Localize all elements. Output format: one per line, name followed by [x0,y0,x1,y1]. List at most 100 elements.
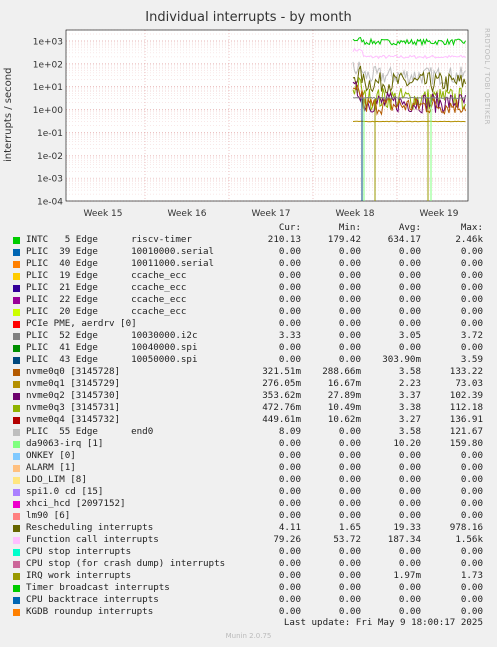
legend-value-cur: 3.33 [278,330,301,341]
legend-swatch [13,537,20,544]
legend-row: Function call interrupts 79.26 53.72 187.34… [0,534,497,546]
legend-value-cur: 0.00 [278,318,301,329]
legend-row: Rescheduling interrupts 4.11 1.65 19.33 978.… [0,522,497,534]
legend-row: da9063-irq [1] 0.00 0.00 10.20 159.80 [0,438,497,450]
legend-row: PLIC 43 Edge 10050000.spi 0.00 0.00 303.90m… [0,354,497,366]
legend-value-min: 27.89m [327,390,361,401]
legend-swatch [13,525,20,532]
legend-value-min: 0.00 [338,486,361,497]
legend-value-avg: 0.00 [398,594,421,605]
legend-value-avg: 0.00 [398,450,421,461]
legend-series-name: PLIC 55 Edge end0 [26,426,154,437]
legend-swatch [13,345,20,352]
legend-value-max: 136.91 [449,414,483,425]
legend-swatch [13,573,20,580]
legend-row: IRQ work interrupts 0.00 0.00 1.97m 1.73 [0,570,497,582]
legend-value-min: 0.00 [338,546,361,557]
legend-value-avg: 634.17 [387,234,421,245]
legend-series-name: PCIe PME, aerdrv [0] [26,318,137,329]
x-tick-label: Week 18 [336,209,375,219]
legend-swatch [13,249,20,256]
legend-value-cur: 321.51m [262,366,301,377]
legend-series-name: ONKEY [0] [26,450,76,461]
legend-value-max: 0.00 [460,606,483,617]
legend-value-cur: 0.00 [278,462,301,473]
legend-value-cur: 0.00 [278,438,301,449]
legend-swatch [13,405,20,412]
legend-row: nvme0q4 [3145732] 449.61m 10.62m 3.27 136.91 [0,414,497,426]
legend-value-max: 121.67 [449,426,483,437]
legend-series-name: nvme0q3 [3145731] [26,402,121,413]
legend-value-min: 0.00 [338,558,361,569]
legend-series-name: ALARM [1] [26,462,76,473]
legend-value-cur: 210.13 [267,234,301,245]
legend-value-min: 10.62m [327,414,361,425]
legend-value-cur: 0.00 [278,570,301,581]
legend-row: CPU stop interrupts 0.00 0.00 0.00 0.00 [0,546,497,558]
legend-value-cur: 8.09 [278,426,301,437]
legend-row: CPU stop (for crash dump) interrupts 0.00… [0,558,497,570]
legend-series-name: Function call interrupts [26,534,159,545]
legend-row: nvme0q3 [3145731] 472.76m 10.49m 3.38 112.18 [0,402,497,414]
legend-row: Timer broadcast interrupts 0.00 0.00 0.00 0.… [0,582,497,594]
legend-value-min: 0.00 [338,462,361,473]
legend-value-min: 0.00 [338,606,361,617]
legend-swatch [13,237,20,244]
plot-area: 1e-04 1e-03 1e-02 1e-01 1e+00 1e+01 1e+02 1e+03… [33,29,469,219]
legend-value-min: 0.00 [338,258,361,269]
y-tick-label: 1e-01 [37,129,63,139]
legend-value-avg: 303.90m [382,354,421,365]
y-tick-label: 1e-02 [37,152,63,162]
legend-row: PLIC 41 Edge 10040000.spi 0.00 0.00 0.00 0.0… [0,342,497,354]
legend-series-name: spi1.0 cd [15] [26,486,104,497]
legend-value-avg: 0.00 [398,342,421,353]
legend-series-name: CPU backtrace interrupts [26,594,159,605]
legend-swatch [13,477,20,484]
legend-value-cur: 0.00 [278,294,301,305]
legend-value-avg: 3.37 [398,390,421,401]
legend-value-min: 0.00 [338,426,361,437]
legend-series-name: CPU stop interrupts [26,546,132,557]
legend-swatch [13,357,20,364]
legend-swatch [13,393,20,400]
legend-value-max: 0.00 [460,474,483,485]
col-header-cur: Cur: [278,222,301,233]
legend-row: PLIC 21 Edge ccache_ecc 0.00 0.00 0.00 0.00 [0,282,497,294]
legend-value-cur: 449.61m [262,414,301,425]
legend-row: PLIC 40 Edge 10011000.serial 0.00 0.00 0.00… [0,258,497,270]
legend-value-cur: 0.00 [278,510,301,521]
legend-row: PLIC 39 Edge 10010000.serial 0.00 0.00 0.00… [0,246,497,258]
legend-value-max: 0.00 [460,498,483,509]
legend-value-min: 10.49m [327,402,361,413]
legend-series-name: LDO_LIM [8] [26,474,87,485]
legend-value-max: 0.00 [460,306,483,317]
x-tick-label: Week 19 [420,209,459,219]
legend-value-min: 0.00 [338,570,361,581]
munin-graph-page: { "title": "Individual interrupts - by m… [0,0,497,647]
x-tick-label: Week 16 [168,209,207,219]
legend-series-name: PLIC 41 Edge 10040000.spi [26,342,198,353]
x-tick-label: Week 17 [252,209,291,219]
legend-value-avg: 3.27 [398,414,421,425]
legend-series-name: xhci_hcd [2097152] [26,498,126,509]
legend-value-cur: 0.00 [278,306,301,317]
legend-swatch [13,369,20,376]
legend-row: nvme0q2 [3145730] 353.62m 27.89m 3.37 102.39 [0,390,497,402]
legend-value-min: 0.00 [338,330,361,341]
legend-value-avg: 0.00 [398,258,421,269]
legend-value-min: 0.00 [338,306,361,317]
legend-value-avg: 0.00 [398,498,421,509]
legend-swatch [13,297,20,304]
legend-value-avg: 0.00 [398,606,421,617]
legend-value-avg: 0.00 [398,270,421,281]
legend-value-max: 73.03 [455,378,483,389]
y-tick-label: 1e+01 [33,83,63,93]
legend-row: PLIC 52 Edge 10030000.i2c 3.33 0.00 3.05 3.7… [0,330,497,342]
legend-series-name: nvme0q2 [3145730] [26,390,121,401]
legend-value-max: 0.00 [460,486,483,497]
legend-value-max: 0.00 [460,318,483,329]
legend-value-max: 133.22 [449,366,483,377]
munin-version: Munin 2.0.75 [225,632,272,640]
legend-value-cur: 0.00 [278,558,301,569]
legend-value-cur: 0.00 [278,354,301,365]
